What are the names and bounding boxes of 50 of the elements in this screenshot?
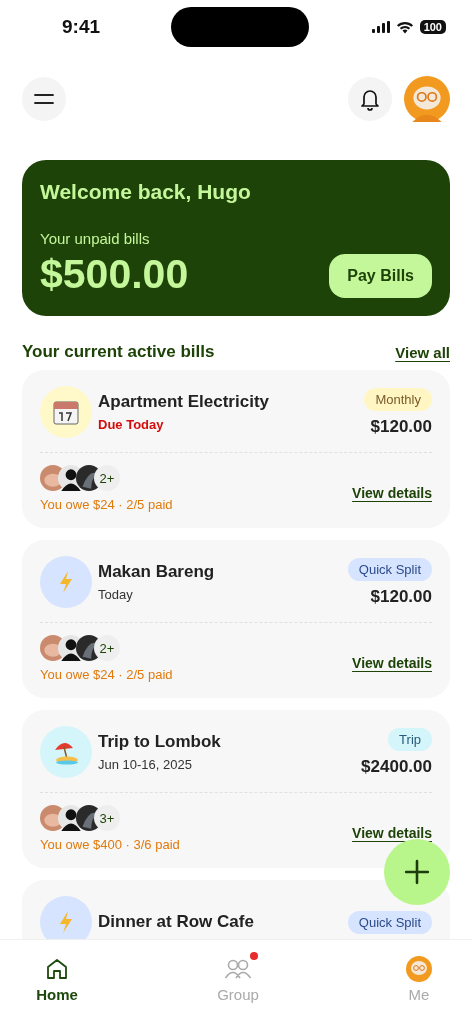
bill-date: Today: [98, 587, 134, 602]
bill-tag: Quick Split: [347, 910, 432, 934]
section-title: Your current active bills: [22, 342, 215, 362]
more-members-count: 3+: [94, 805, 120, 831]
battery-level: 100: [419, 20, 446, 34]
greeting: Welcome back, Hugo: [40, 180, 252, 204]
wifi-icon: [395, 20, 414, 34]
bill-amount: $120.00: [370, 416, 432, 437]
bill-tag: Trip: [388, 727, 432, 751]
bill-title: Makan Bareng: [98, 562, 216, 582]
owe-status: You owe $24 · 2/5 paid: [40, 667, 173, 682]
bill-card[interactable]: Trip to Lombok Jun 10-16, 2025 Trip $2400.00 3+ You owe $400 · 3/6 paid View details: [22, 710, 450, 868]
bill-card[interactable]: Dinner at Row Cafe Quick Split: [22, 880, 450, 939]
home-icon: [45, 957, 69, 981]
bill-tag: Monthly: [364, 387, 432, 411]
people-icon: [224, 958, 252, 980]
bill-date: Due Today: [98, 417, 165, 432]
bell-icon: [359, 87, 381, 111]
bill-tag: Quick Split: [347, 557, 432, 581]
bill-date: Jun 10-16, 2025: [98, 757, 193, 772]
avatar: [406, 956, 432, 982]
signal-icon: [371, 21, 390, 33]
view-details-link[interactable]: View details: [352, 824, 432, 841]
menu-icon: [34, 92, 54, 106]
bill-title: Apartment Electricity: [98, 392, 270, 412]
owe-status: You owe $24 · 2/5 paid: [40, 497, 173, 512]
avatar[interactable]: [404, 76, 450, 122]
unpaid-amount: $500.00: [40, 251, 189, 298]
owe-status: You owe $400 · 3/6 paid: [40, 837, 180, 852]
bill-title: Dinner at Row Cafe: [98, 912, 255, 932]
more-members-count: 2+: [94, 465, 120, 491]
nav-tab[interactable]: Home: [22, 940, 92, 1024]
lightning-icon: [58, 570, 74, 594]
plus-icon: [404, 859, 430, 885]
view-details-link[interactable]: View details: [352, 484, 432, 501]
calendar-icon: [53, 399, 79, 425]
bill-amount: $120.00: [370, 586, 432, 607]
more-members-count: 2+: [94, 635, 120, 661]
notification-button[interactable]: [348, 77, 392, 121]
bill-title: Trip to Lombok: [98, 732, 222, 752]
pay-bills-button[interactable]: Pay Bills: [329, 254, 432, 298]
menu-button[interactable]: [22, 77, 66, 121]
bill-card[interactable]: Apartment Electricity Due Today Monthly $120.00 2+ You owe $24 · 2/5 paid View details: [22, 370, 450, 528]
view-details-link[interactable]: View details: [352, 654, 432, 671]
bill-card[interactable]: Makan Bareng Today Quick Split $120.00 2+ You owe $24 · 2/5 paid View details: [22, 540, 450, 698]
view-all-link[interactable]: View all: [395, 343, 450, 361]
lightning-icon: [58, 910, 74, 934]
bill-amount: $2400.00: [361, 756, 432, 777]
status-time: 9:41: [62, 16, 101, 38]
unpaid-label: Your unpaid bills: [40, 230, 151, 247]
